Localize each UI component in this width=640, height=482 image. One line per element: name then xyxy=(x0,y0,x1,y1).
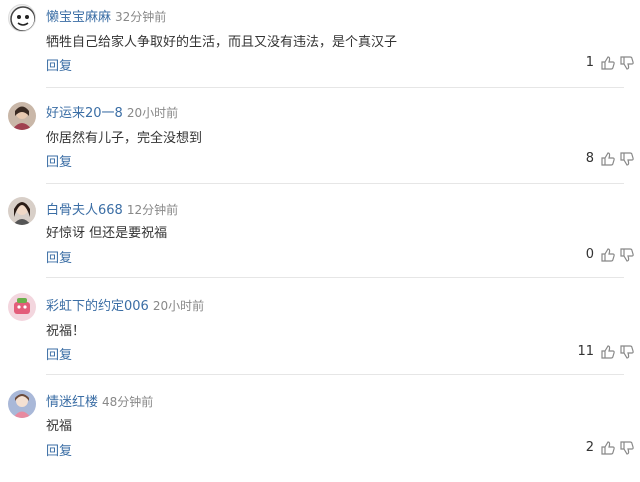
thumbs-up-icon[interactable] xyxy=(600,55,616,71)
divider xyxy=(46,374,624,375)
reply-button[interactable]: 回复 xyxy=(46,151,72,170)
divider xyxy=(46,277,624,278)
username-text[interactable]: 情迷红楼 xyxy=(46,395,98,410)
comment-text: 祝福！ xyxy=(46,324,86,339)
reply-button[interactable]: 回复 xyxy=(46,247,72,266)
like-count: 8 xyxy=(585,151,594,166)
avatar[interactable] xyxy=(8,102,36,130)
like-count: 2 xyxy=(585,440,594,455)
divider xyxy=(46,87,624,88)
thumbs-down-icon[interactable] xyxy=(619,55,635,71)
username-text[interactable]: 懒宝宝麻麻 xyxy=(46,10,111,25)
thumbs-down-icon[interactable] xyxy=(619,344,635,360)
comment-time: 20小时前 xyxy=(152,299,205,313)
avatar[interactable] xyxy=(8,197,36,225)
avatar[interactable] xyxy=(8,4,36,32)
like-count: 1 xyxy=(585,55,594,70)
username[interactable]: 彩虹下的约定006 20小时前 xyxy=(46,295,204,314)
thumbs-up-icon[interactable] xyxy=(600,440,616,456)
thumbs-up-icon[interactable] xyxy=(600,151,616,167)
like-count: 0 xyxy=(585,247,594,262)
thumbs-down-icon[interactable] xyxy=(619,247,635,263)
comment-item: 情迷红楼 48分钟前 祝福 回复 2 xyxy=(0,385,640,482)
thumbs-up-icon[interactable] xyxy=(600,247,616,263)
username[interactable]: 好运来20一8 20小时前 xyxy=(46,102,178,121)
username[interactable]: 情迷红楼 48分钟前 xyxy=(46,391,153,410)
comment-time: 48分钟前 xyxy=(102,395,154,409)
comment-time: 20小时前 xyxy=(126,106,179,120)
comment-item: 彩虹下的约定006 20小时前 祝福！ 回复 11 xyxy=(0,289,640,386)
username[interactable]: 懒宝宝麻麻 32分钟前 xyxy=(46,6,166,25)
comment-item: 懒宝宝麻麻 32分钟前 牺牲自己给家人争取好的生活，而且又没有违法，是个真汉子 回… xyxy=(0,0,640,97)
comment-text: 祝福 xyxy=(46,419,73,434)
like-count: 11 xyxy=(577,344,594,359)
comment-text: 你居然有儿子，完全没想到 xyxy=(46,131,203,146)
username-text[interactable]: 好运来20一8 xyxy=(46,106,123,121)
comment-time: 32分钟前 xyxy=(115,10,167,24)
comment-text: 牺牲自己给家人争取好的生活，而且又没有违法，是个真汉子 xyxy=(46,35,398,50)
divider xyxy=(46,183,624,184)
reply-button[interactable]: 回复 xyxy=(46,55,72,74)
thumbs-down-icon[interactable] xyxy=(619,440,635,456)
thumbs-up-icon[interactable] xyxy=(600,344,616,360)
comment-item: 好运来20一8 20小时前 你居然有儿子，完全没想到 回复 8 xyxy=(0,96,640,193)
username-text[interactable]: 彩虹下的约定006 xyxy=(46,299,149,314)
comment-time: 12分钟前 xyxy=(126,203,179,217)
avatar[interactable] xyxy=(8,390,36,418)
comment-item: 白骨夫人668 12分钟前 好惊讶 但还是要祝福 回复 0 xyxy=(0,193,640,290)
username[interactable]: 白骨夫人668 12分钟前 xyxy=(46,199,178,218)
reply-button[interactable]: 回复 xyxy=(46,344,72,363)
reply-button[interactable]: 回复 xyxy=(46,440,72,459)
username-text[interactable]: 白骨夫人668 xyxy=(46,203,123,218)
comment-text: 好惊讶 但还是要祝福 xyxy=(46,226,168,241)
thumbs-down-icon[interactable] xyxy=(619,151,635,167)
avatar[interactable] xyxy=(8,293,36,321)
